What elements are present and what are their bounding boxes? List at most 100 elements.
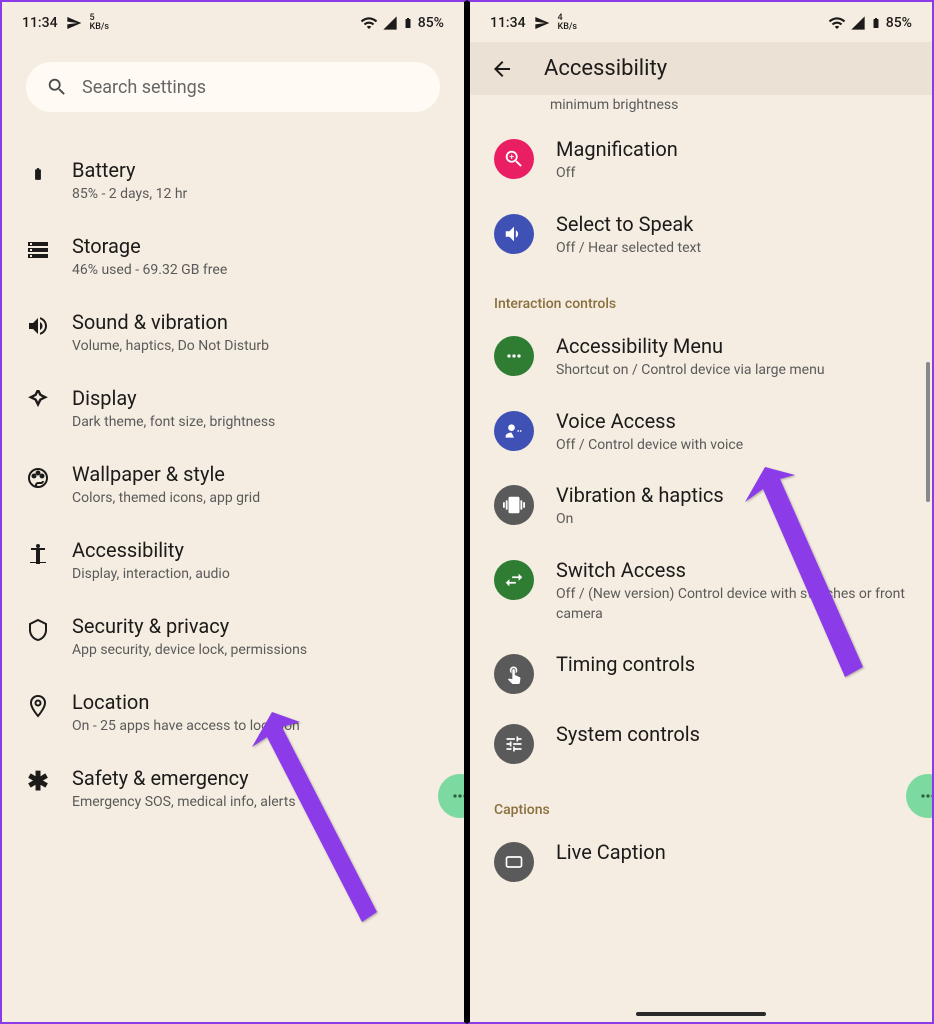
- search-input[interactable]: Search settings: [26, 62, 440, 112]
- sound-icon: [26, 314, 50, 338]
- accessibility-list: Magnification Off Select to Speak Off / …: [470, 123, 932, 896]
- phone-right: 11:34 4 KB/s 85% Accessibility minimum b…: [467, 0, 934, 1024]
- item-title: System controls: [556, 722, 908, 746]
- signal-icon: [850, 15, 866, 31]
- item-accessibility-menu[interactable]: Accessibility Menu Shortcut on / Control…: [494, 320, 908, 395]
- setting-title: Sound & vibration: [72, 310, 440, 334]
- item-title: Live Caption: [556, 840, 908, 864]
- send-icon: [534, 15, 550, 31]
- caption-icon: [494, 842, 534, 882]
- voice-icon: [494, 411, 534, 451]
- setting-title: Display: [72, 386, 440, 410]
- page-title: Accessibility: [544, 56, 667, 81]
- battery-pct: 85%: [886, 15, 912, 31]
- back-icon[interactable]: [490, 57, 514, 81]
- battery-pct: 85%: [418, 15, 444, 31]
- speed-unit: KB/s: [90, 23, 110, 32]
- setting-title: Accessibility: [72, 538, 440, 562]
- setting-sub: Colors, themed icons, app grid: [72, 490, 440, 506]
- setting-title: Storage: [72, 234, 440, 258]
- setting-sub: On - 25 apps have access to location: [72, 718, 440, 734]
- setting-sub: App security, device lock, permissions: [72, 642, 440, 658]
- palette-icon: [26, 466, 50, 490]
- storage-icon: [26, 238, 50, 262]
- speak-icon: [494, 214, 534, 254]
- item-sub: Off / Hear selected text: [556, 239, 908, 259]
- setting-title: Security & privacy: [72, 614, 440, 638]
- setting-sub: Volume, haptics, Do Not Disturb: [72, 338, 440, 354]
- setting-title: Safety & emergency: [72, 766, 440, 790]
- tune-icon: [494, 724, 534, 764]
- shield-icon: [26, 618, 50, 642]
- phone-left: 11:34 5 KB/s 85% Search settings Battery…: [0, 0, 467, 1024]
- send-icon: [66, 15, 82, 31]
- signal-icon: [382, 15, 398, 31]
- item-vibration[interactable]: Vibration & haptics On: [494, 469, 908, 544]
- section-captions: Captions: [494, 778, 908, 826]
- item-title: Timing controls: [556, 652, 908, 676]
- setting-accessibility[interactable]: Accessibility Display, interaction, audi…: [26, 522, 440, 598]
- nav-indicator[interactable]: [636, 1012, 766, 1016]
- item-sub: Off / Control device with voice: [556, 436, 908, 456]
- setting-storage[interactable]: Storage 46% used - 69.32 GB free: [26, 218, 440, 294]
- item-title: Accessibility Menu: [556, 334, 908, 358]
- truncated-item-sub: minimum brightness: [470, 97, 932, 113]
- setting-title: Location: [72, 690, 440, 714]
- header-bar: Accessibility: [470, 42, 932, 95]
- item-select-to-speak[interactable]: Select to Speak Off / Hear selected text: [494, 198, 908, 273]
- item-live-caption[interactable]: Live Caption: [494, 826, 908, 896]
- location-icon: [26, 694, 50, 718]
- item-timing[interactable]: Timing controls: [494, 638, 908, 708]
- accessibility-icon: [26, 542, 50, 566]
- item-title: Vibration & haptics: [556, 483, 908, 507]
- item-sub: Off: [556, 164, 908, 184]
- setting-sub: Dark theme, font size, brightness: [72, 414, 440, 430]
- switch-icon: [494, 560, 534, 600]
- setting-display[interactable]: Display Dark theme, font size, brightnes…: [26, 370, 440, 446]
- item-switch-access[interactable]: Switch Access Off / (New version) Contro…: [494, 544, 908, 638]
- asterisk-icon: ✱: [26, 770, 50, 794]
- status-bar: 11:34 4 KB/s 85%: [470, 2, 932, 42]
- setting-sub: 46% used - 69.32 GB free: [72, 262, 440, 278]
- item-title: Voice Access: [556, 409, 908, 433]
- display-icon: [26, 390, 50, 414]
- setting-sub: Display, interaction, audio: [72, 566, 440, 582]
- status-time: 11:34: [22, 15, 58, 31]
- setting-sub: Emergency SOS, medical info, alerts: [72, 794, 440, 810]
- battery-icon: [26, 162, 50, 186]
- setting-sub: 85% - 2 days, 12 hr: [72, 186, 440, 202]
- item-voice-access[interactable]: Voice Access Off / Control device with v…: [494, 395, 908, 470]
- battery-icon: [870, 14, 882, 32]
- setting-title: Battery: [72, 158, 440, 182]
- setting-location[interactable]: Location On - 25 apps have access to loc…: [26, 674, 440, 750]
- setting-wallpaper[interactable]: Wallpaper & style Colors, themed icons, …: [26, 446, 440, 522]
- item-title: Switch Access: [556, 558, 908, 582]
- setting-battery[interactable]: Battery 85% - 2 days, 12 hr: [26, 142, 440, 218]
- zoom-icon: [494, 139, 534, 179]
- item-sub: Off / (New version) Control device with …: [556, 585, 908, 624]
- search-icon: [46, 76, 68, 98]
- setting-safety[interactable]: ✱ Safety & emergency Emergency SOS, medi…: [26, 750, 440, 826]
- status-bar: 11:34 5 KB/s 85%: [2, 2, 464, 42]
- item-title: Select to Speak: [556, 212, 908, 236]
- setting-title: Wallpaper & style: [72, 462, 440, 486]
- item-magnification[interactable]: Magnification Off: [494, 123, 908, 198]
- wifi-icon: [828, 14, 846, 32]
- touch-icon: [494, 654, 534, 694]
- item-sub: On: [556, 510, 908, 530]
- battery-icon: [402, 14, 414, 32]
- item-sub: Shortcut on / Control device via large m…: [556, 361, 908, 381]
- menu-dots-icon: [494, 336, 534, 376]
- wifi-icon: [360, 14, 378, 32]
- vibration-icon: [494, 485, 534, 525]
- setting-security[interactable]: Security & privacy App security, device …: [26, 598, 440, 674]
- speed-unit: KB/s: [558, 23, 578, 32]
- search-placeholder: Search settings: [82, 77, 206, 98]
- status-time: 11:34: [490, 15, 526, 31]
- settings-list: Battery 85% - 2 days, 12 hr Storage 46% …: [2, 142, 464, 826]
- section-interaction: Interaction controls: [494, 272, 908, 320]
- scroll-indicator[interactable]: [926, 362, 930, 502]
- item-title: Magnification: [556, 137, 908, 161]
- setting-sound[interactable]: Sound & vibration Volume, haptics, Do No…: [26, 294, 440, 370]
- item-system[interactable]: System controls: [494, 708, 908, 778]
